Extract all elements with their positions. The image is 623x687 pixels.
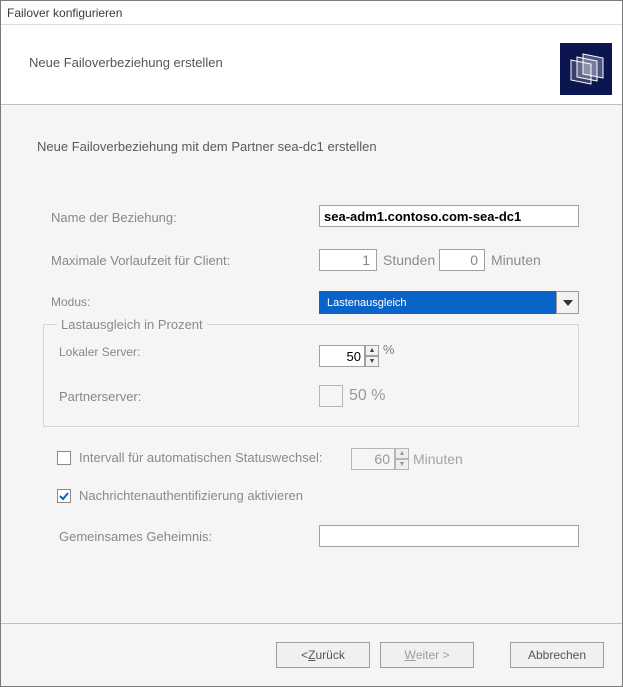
partner-percent-box — [319, 385, 343, 407]
auth-checkbox[interactable] — [57, 489, 71, 503]
spinner-down-icon[interactable]: ▼ — [365, 356, 379, 367]
relationship-name-label: Name der Beziehung: — [51, 210, 177, 225]
wizard-header: Neue Failoverbeziehung erstellen — [1, 25, 622, 105]
partner-server-label: Partnerserver: — [59, 389, 141, 404]
auth-checkbox-row: Nachrichtenauthentifizierung aktivieren — [57, 488, 303, 503]
interval-spinner: ▲ ▼ — [395, 448, 409, 470]
interval-checkbox-row: Intervall für automatischen Statuswechse… — [57, 450, 323, 465]
mode-label: Modus: — [51, 295, 90, 309]
wizard-footer: < Zurück Weiter > Abbrechen — [1, 623, 622, 686]
back-button[interactable]: < Zurück — [276, 642, 370, 668]
interval-checkbox[interactable] — [57, 451, 71, 465]
next-button[interactable]: Weiter > — [380, 642, 474, 668]
lead-minutes-input[interactable] — [439, 249, 485, 271]
interval-value-box: 60 — [351, 448, 395, 470]
checkmark-icon — [59, 491, 69, 501]
wizard-subtitle: Neue Failoverbeziehung erstellen — [29, 55, 223, 70]
lead-minutes-label: Minuten — [491, 252, 541, 268]
shared-secret-label: Gemeinsames Geheimnis: — [59, 529, 212, 544]
mode-selected-value: Lastenausgleich — [327, 297, 407, 309]
percent-sign: % — [383, 342, 395, 357]
spinner-down-icon: ▼ — [395, 459, 409, 470]
spinner-up-icon: ▲ — [395, 448, 409, 459]
auth-checkbox-label: Nachrichtenauthentifizierung aktivieren — [79, 488, 303, 503]
mode-select[interactable]: Lastenausgleich — [319, 291, 579, 314]
titlebar: Failover konfigurieren — [1, 1, 622, 25]
instruction-text: Neue Failoverbeziehung mit dem Partner s… — [37, 139, 377, 154]
chevron-down-icon[interactable] — [556, 291, 579, 314]
folders-icon — [560, 43, 612, 95]
local-percent-input[interactable] — [319, 345, 365, 367]
cancel-button[interactable]: Abbrechen — [510, 642, 604, 668]
shared-secret-input[interactable] — [319, 525, 579, 547]
spinner-up-icon[interactable]: ▲ — [365, 345, 379, 356]
wizard-content: Neue Failoverbeziehung mit dem Partner s… — [1, 105, 622, 623]
hours-label: Stunden — [383, 252, 435, 268]
relationship-name-input[interactable] — [319, 205, 579, 227]
interval-checkbox-label: Intervall für automatischen Statuswechse… — [79, 450, 323, 465]
max-lead-time-label: Maximale Vorlaufzeit für Client: — [51, 253, 230, 268]
partner-percent-value: 50 % — [349, 387, 385, 405]
load-balance-group — [43, 324, 579, 427]
window-title: Failover konfigurieren — [7, 6, 122, 20]
load-balance-group-title: Lastausgleich in Prozent — [57, 317, 207, 332]
local-percent-spinner[interactable]: ▲ ▼ — [319, 345, 377, 367]
local-server-label: Lokaler Server: — [59, 345, 140, 359]
lead-hours-input[interactable] — [319, 249, 377, 271]
wizard-window: Failover konfigurieren Neue Failoverbezi… — [0, 0, 623, 687]
interval-minutes-label: Minuten — [413, 451, 463, 467]
